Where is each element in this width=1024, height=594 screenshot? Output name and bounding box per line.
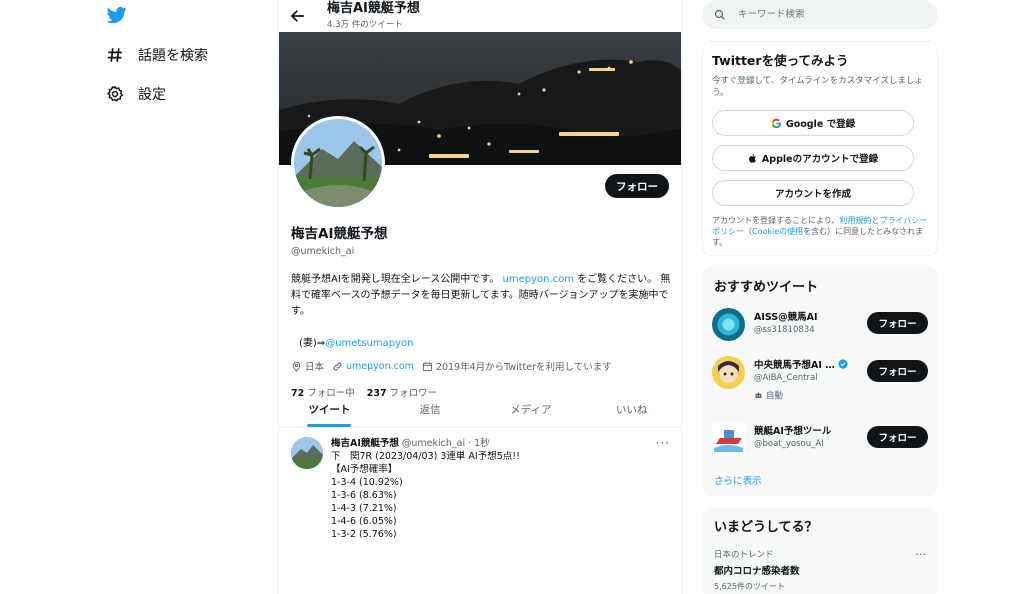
- header-tweet-count: 4.3万 件のツイート: [327, 20, 403, 30]
- tweet-line: 1-4-3 (7.21%): [331, 503, 397, 514]
- tab-likes[interactable]: いいね: [581, 392, 681, 427]
- profile-website[interactable]: umepyon.com: [332, 361, 414, 372]
- tweet-line: 1-3-2 (5.76%): [331, 529, 397, 540]
- recommended-user[interactable]: 競艇AI予想ツール @boat_yosou_AI フォロー: [712, 422, 928, 462]
- user-name: 中央競馬予想AI …: [754, 357, 848, 371]
- bio-text-1: 競艇予想AIを開発し現在全レース公開中です。: [291, 274, 500, 285]
- profile-meta: 日本 umepyon.com 2019年4月からTwitterを利用しています: [291, 359, 675, 373]
- tweet-author-name[interactable]: 梅吉AI競艇予想: [331, 437, 399, 450]
- tab-media[interactable]: メディア: [481, 392, 582, 427]
- profile-handle: @umekich_ai: [291, 246, 355, 257]
- tweet-body: 梅吉AI競艇予想 @umekich_ai · 1秒 下 関7R (2023/04…: [331, 437, 670, 541]
- tab-tweets[interactable]: ツイート: [279, 392, 380, 427]
- tweet-item[interactable]: ··· 梅吉AI競艇予想 @umekich_ai · 1秒 下 関7R (202…: [279, 429, 681, 549]
- signup-description: 今すぐ登録して、タイムラインをカスタマイズしましょう。: [712, 76, 923, 98]
- show-more-link[interactable]: さらに表示: [714, 473, 762, 487]
- tweet-line: 1-4-6 (6.05%): [331, 516, 397, 527]
- nav-settings-label: 設定: [138, 87, 166, 103]
- verified-badge-icon: [838, 359, 848, 369]
- header-title: 梅吉AI競艇予想: [327, 1, 420, 16]
- tweet-handle-time: @umekich_ai · 1秒: [401, 438, 490, 449]
- google-signup-label: Google で登録: [785, 119, 856, 130]
- profile-location: 日本: [291, 359, 324, 373]
- robot-icon: [755, 391, 762, 398]
- user-name: 競艇AI予想ツール: [754, 426, 832, 437]
- hashtag-icon: [104, 44, 126, 66]
- link-icon: [333, 361, 342, 371]
- left-navigation: 話題を検索 設定: [0, 0, 278, 594]
- nav-settings[interactable]: 設定: [104, 82, 166, 106]
- profile-tabs: ツイート 返信 メディア いいね: [279, 392, 681, 428]
- gear-icon: [104, 83, 126, 105]
- profile-info: 梅吉AI競艇予想 @umekich_ai 競艇予想AIを開発し現在全レース公開中…: [291, 222, 675, 399]
- user-name: AISS@競馬AI: [754, 312, 818, 323]
- tweet-line: 下 関7R (2023/04/03) 3連単 AI予想5点!!: [331, 451, 520, 462]
- user-avatar[interactable]: [712, 422, 745, 455]
- profile-bio-sub: (妻)⇒@umetsumapyon: [291, 334, 675, 349]
- signup-legal-text: アカウントを登録することにより、利用規約とプライバシーポリシー（Cookieの使…: [712, 216, 928, 247]
- follow-button[interactable]: フォロー: [867, 426, 928, 448]
- tab-replies[interactable]: 返信: [380, 392, 481, 427]
- google-icon: [771, 118, 781, 128]
- back-arrow-icon[interactable]: [289, 7, 307, 25]
- profile-bio: 競艇予想AIを開発し現在全レース公開中です。 umepyon.com をご覧くだ…: [291, 272, 675, 320]
- tweet-line: 【AI予想確率】: [331, 464, 398, 475]
- location-pin-icon: [292, 361, 301, 372]
- recommended-tweets-card: おすすめツイート AISS@競馬AI @ss31810834 フォロー 中央競馬…: [702, 267, 938, 496]
- tweet-line: 1-3-6 (8.63%): [331, 490, 397, 501]
- user-avatar[interactable]: [712, 308, 745, 341]
- trends-card: いまどうしてる？ 日本のトレンド 都内コロナ感染者数 5,625件のツイート ·…: [702, 508, 938, 594]
- recommended-user[interactable]: 中央競馬予想AI … @AiBA_Central 自動 フォロー: [712, 356, 928, 406]
- profile-name: 梅吉AI競艇予想: [291, 226, 388, 242]
- apple-icon: [749, 153, 756, 163]
- profile-joined: 2019年4月からTwitterを利用しています: [422, 359, 612, 373]
- apple-signup-label: Appleのアカウントで登録: [761, 154, 879, 165]
- trends-title: いまどうしてる？: [714, 520, 818, 535]
- bio-website-link[interactable]: umepyon.com: [502, 274, 574, 285]
- signup-card: Twitterを使ってみよう 今すぐ登録して、タイムラインをカスタマイズしましょ…: [702, 41, 938, 256]
- trend-count: 5,625件のツイート: [714, 582, 785, 591]
- user-avatar[interactable]: [712, 356, 745, 389]
- twitter-bird-icon[interactable]: [106, 5, 128, 25]
- tweet-more-button[interactable]: ···: [656, 436, 670, 450]
- search-icon: [714, 9, 725, 20]
- nav-explore-label: 話題を検索: [138, 48, 208, 64]
- apple-signup-button[interactable]: Appleのアカウントで登録: [712, 145, 914, 171]
- recommended-user[interactable]: AISS@競馬AI @ss31810834 フォロー: [712, 308, 928, 348]
- trend-item[interactable]: 日本のトレンド 都内コロナ感染者数 5,625件のツイート ···: [714, 548, 926, 592]
- profile-header-bar: 梅吉AI競艇予想 4.3万 件のツイート: [279, 0, 681, 32]
- tweet-header: 梅吉AI競艇予想 @umekich_ai · 1秒: [331, 437, 670, 450]
- google-signup-button[interactable]: Google で登録: [712, 110, 914, 136]
- create-account-label: アカウントを作成: [774, 189, 851, 200]
- trend-category: 日本のトレンド: [714, 550, 774, 560]
- trend-topic: 都内コロナ感染者数: [714, 566, 800, 577]
- profile-column: 梅吉AI競艇予想 4.3万 件のツイート フォロー 梅吉AI競艇予想 @umek…: [278, 0, 682, 594]
- user-handle: @boat_yosou_AI: [754, 439, 824, 449]
- terms-link[interactable]: 利用規約: [840, 216, 872, 225]
- follow-button[interactable]: フォロー: [867, 360, 928, 382]
- profile-avatar[interactable]: [291, 116, 385, 210]
- user-handle: @AiBA_Central: [754, 373, 818, 383]
- tweet-avatar[interactable]: [291, 437, 323, 469]
- create-account-button[interactable]: アカウントを作成: [712, 180, 914, 206]
- recommended-title: おすすめツイート: [714, 280, 819, 295]
- signup-title: Twitterを使ってみよう: [712, 53, 849, 68]
- cookie-link[interactable]: Cookieの使用: [752, 227, 803, 236]
- tweet-line: 1-3-4 (10.92%): [331, 477, 403, 488]
- follow-button[interactable]: フォロー: [605, 174, 669, 198]
- bio-sub-prefix: (妻)⇒: [299, 338, 326, 349]
- user-handle: @ss31810834: [754, 325, 815, 335]
- calendar-icon: [422, 361, 433, 371]
- follow-button[interactable]: フォロー: [867, 312, 928, 334]
- search-box[interactable]: [702, 0, 938, 29]
- profile-website-link[interactable]: umepyon.com: [346, 361, 414, 372]
- bio-mention-link[interactable]: @umetsumapyon: [325, 338, 413, 349]
- automated-label: 自動: [754, 389, 783, 401]
- trend-more-button[interactable]: ···: [916, 548, 927, 561]
- search-input[interactable]: [738, 9, 908, 20]
- nav-explore[interactable]: 話題を検索: [104, 43, 208, 67]
